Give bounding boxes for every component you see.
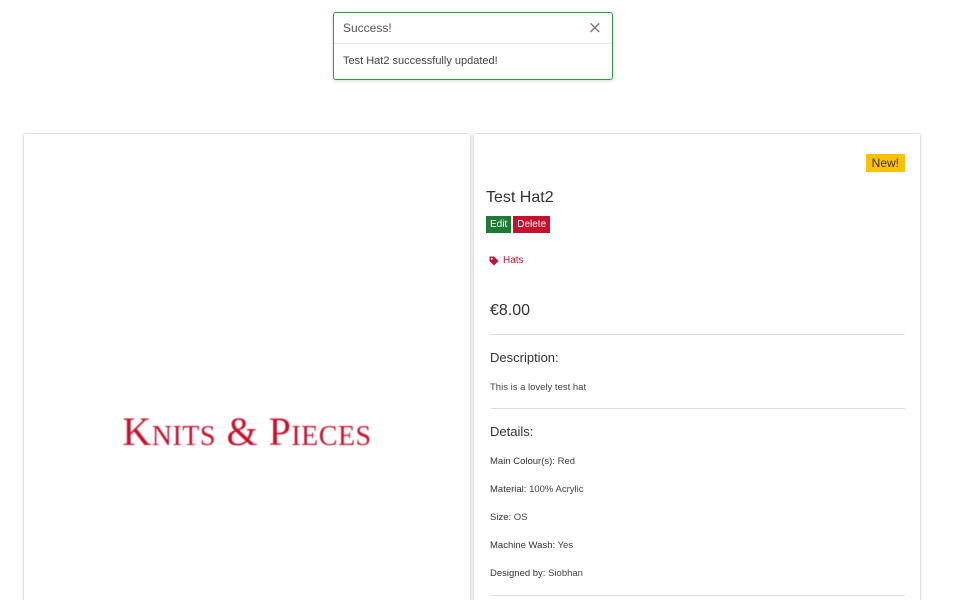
detail-label: Designed by:: [490, 568, 546, 579]
detail-value: Red: [557, 456, 576, 467]
product-image-card: Knits & Pieces: [23, 133, 471, 600]
detail-label: Main Colour(s):: [490, 456, 555, 467]
details-heading: Details:: [490, 424, 534, 439]
detail-label: Size:: [490, 512, 512, 523]
delete-button[interactable]: Delete: [513, 216, 551, 233]
detail-value: Siobhan: [548, 568, 583, 579]
detail-row-material: Material: 100% Acrylic: [490, 484, 583, 495]
divider: [490, 408, 905, 409]
category-label: Hats: [503, 255, 524, 266]
product-details-card: New! Test Hat2 Edit Delete Hats €8.00 De…: [473, 133, 921, 600]
detail-value: OS: [513, 512, 528, 523]
detail-row-colour: Main Colour(s): Red: [490, 456, 575, 467]
toast-message: Test Hat2 successfully updated!: [343, 55, 498, 67]
detail-row-wash: Machine Wash: Yes: [490, 540, 573, 551]
detail-value: Yes: [557, 540, 574, 551]
success-toast: Success! × Test Hat2 successfully update…: [333, 12, 613, 80]
toast-title: Success!: [343, 21, 392, 35]
toast-header: Success! ×: [334, 13, 612, 44]
tag-icon: [489, 256, 499, 266]
divider: [490, 595, 905, 596]
product-name: Test Hat2: [486, 189, 554, 206]
description-heading: Description:: [490, 350, 559, 365]
detail-label: Machine Wash:: [490, 540, 556, 551]
brand-logo-image: Knits & Pieces: [122, 409, 372, 454]
description-text: This is a lovely test hat: [490, 382, 587, 393]
close-icon[interactable]: ×: [588, 19, 602, 37]
detail-label: Material:: [490, 484, 527, 495]
detail-value: 100% Acrylic: [529, 484, 584, 495]
divider: [490, 334, 905, 335]
admin-actions: Edit Delete: [486, 216, 551, 233]
detail-row-size: Size: OS: [490, 512, 528, 523]
detail-row-designer: Designed by: Siobhan: [490, 568, 583, 579]
edit-button[interactable]: Edit: [486, 216, 512, 233]
category-link[interactable]: Hats: [489, 255, 524, 266]
new-badge: New!: [865, 154, 905, 172]
product-price: €8.00: [490, 302, 531, 319]
